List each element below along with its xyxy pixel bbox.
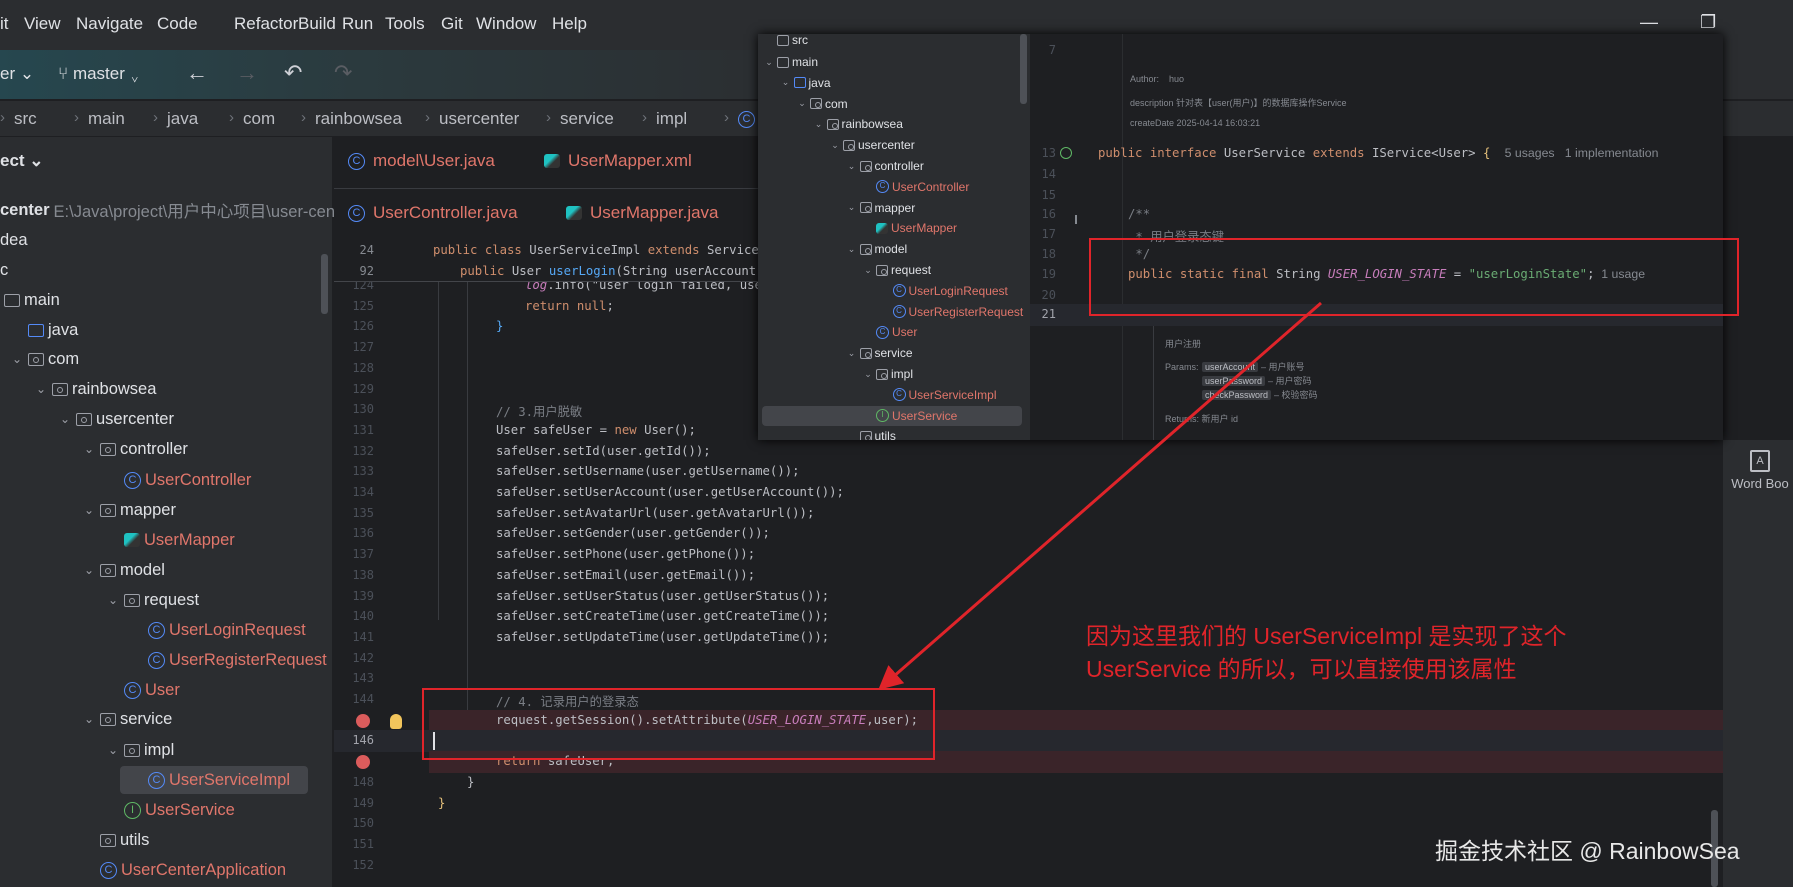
watermark: 掘金技术社区 @ RainbowSea — [1435, 838, 1740, 864]
annotation-text: 因为这里我们的 UserServiceImpl 是实现了这个 UserServi… — [1086, 623, 1567, 682]
annotation-arrow — [878, 301, 1322, 690]
